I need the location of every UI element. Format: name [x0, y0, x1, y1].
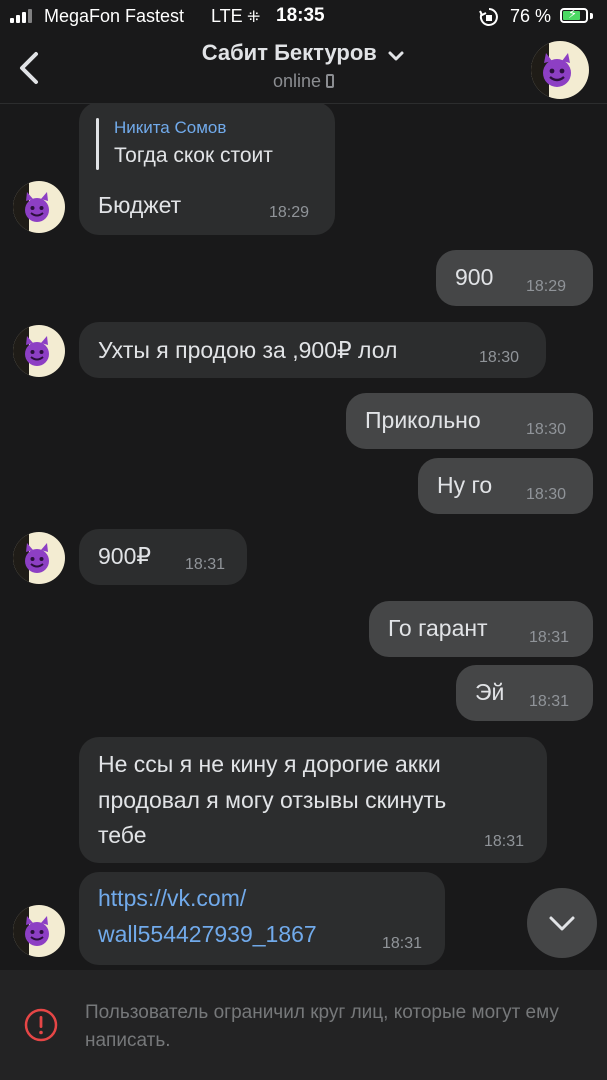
- message-text: 900₽: [98, 543, 152, 569]
- message-text: Прикольно: [365, 407, 481, 433]
- message-time: 18:31: [529, 693, 570, 710]
- activity-spinner-icon: ⁜: [247, 9, 261, 26]
- orientation-lock-icon: [479, 8, 498, 26]
- message-time: 18:31: [382, 935, 423, 952]
- avatar[interactable]: [13, 181, 65, 233]
- reply-author[interactable]: Никита Сомов: [114, 118, 226, 138]
- message-text-line-2: продовал я могу отзывы скинуть: [98, 787, 447, 813]
- message-text-line-1: Не ссы я не кину я дорогие акки: [98, 751, 441, 777]
- avatar[interactable]: [13, 905, 65, 957]
- message-link-line-2[interactable]: wall554427939_1867: [98, 921, 317, 948]
- incoming-message[interactable]: https://vk.com/ wall554427939_1867 18:31: [79, 872, 445, 965]
- restriction-notice: Пользователь ограничил круг лиц, которые…: [85, 1002, 559, 1051]
- message-time: 18:31: [185, 556, 226, 573]
- chat-title-block[interactable]: Сабит Бектуров online: [150, 40, 457, 92]
- message-time: 18:31: [484, 833, 525, 850]
- message-text: Бюджет: [98, 192, 182, 218]
- chat-header: Сабит Бектуров online: [0, 34, 607, 104]
- message-time: 18:30: [479, 349, 520, 366]
- carrier-name: MegaFon Fastest: [44, 6, 185, 26]
- incoming-message[interactable]: Ухты я продою за ,900₽ лол 18:30: [79, 322, 546, 378]
- network-type: LTE: [211, 6, 243, 26]
- outgoing-message[interactable]: Ну го 18:30: [418, 458, 593, 514]
- chat-title[interactable]: Сабит Бектуров: [202, 40, 377, 66]
- chevron-down-icon[interactable]: [387, 50, 405, 62]
- message-text: 900: [455, 264, 494, 290]
- incoming-message[interactable]: Никита Сомов Тогда скок стоит Бюджет 18:…: [79, 104, 335, 235]
- outgoing-message[interactable]: Го гарант 18:31: [369, 601, 593, 657]
- reply-text[interactable]: Тогда скок стоит: [114, 144, 273, 168]
- message-text: Ну го: [437, 472, 493, 498]
- message-list[interactable]: Никита Сомов Тогда скок стоит Бюджет 18:…: [0, 104, 607, 970]
- restricted-footer: Пользователь ограничил круг лиц, которые…: [0, 970, 607, 1080]
- back-chevron-icon[interactable]: [14, 48, 46, 88]
- reply-quote-bar: [96, 118, 99, 170]
- message-text: Го гарант: [388, 615, 488, 641]
- chat-status: online: [150, 71, 457, 92]
- message-text: Ухты я продою за ,900₽ лол: [98, 337, 398, 363]
- battery-tip: [590, 13, 593, 19]
- scroll-to-bottom-button[interactable]: [527, 888, 597, 958]
- outgoing-message[interactable]: Эй 18:31: [456, 665, 593, 721]
- status-time: 18:35: [276, 5, 325, 26]
- message-time: 18:30: [526, 486, 567, 503]
- message-time: 18:29: [526, 278, 567, 295]
- outgoing-message[interactable]: Прикольно 18:30: [346, 393, 593, 449]
- message-time: 18:29: [269, 204, 310, 221]
- incoming-message[interactable]: Не ссы я не кину я дорогие акки продовал…: [79, 737, 547, 863]
- signal-strength-icon: [10, 9, 32, 23]
- avatar[interactable]: [531, 41, 589, 99]
- message-time: 18:31: [529, 629, 570, 646]
- warning-circle-icon: [24, 1008, 58, 1042]
- message-time: 18:30: [526, 421, 567, 438]
- phone-icon: [326, 74, 335, 88]
- online-status-text: online: [272, 71, 322, 91]
- battery-icon: ⚡: [560, 6, 588, 23]
- message-link-line-1[interactable]: https://vk.com/: [98, 885, 246, 912]
- avatar[interactable]: [13, 325, 65, 377]
- chevron-down-icon: [549, 916, 575, 931]
- incoming-message[interactable]: 900₽ 18:31: [79, 529, 247, 585]
- message-text: Эй: [475, 679, 505, 705]
- outgoing-message[interactable]: 900 18:29: [436, 250, 593, 306]
- message-text-line-3: тебе: [98, 822, 147, 848]
- status-bar: MegaFon Fastest LTE ⁜ 18:35 76 % ⚡: [0, 0, 607, 34]
- avatar[interactable]: [13, 532, 65, 584]
- battery-percent: 76 %: [510, 6, 552, 26]
